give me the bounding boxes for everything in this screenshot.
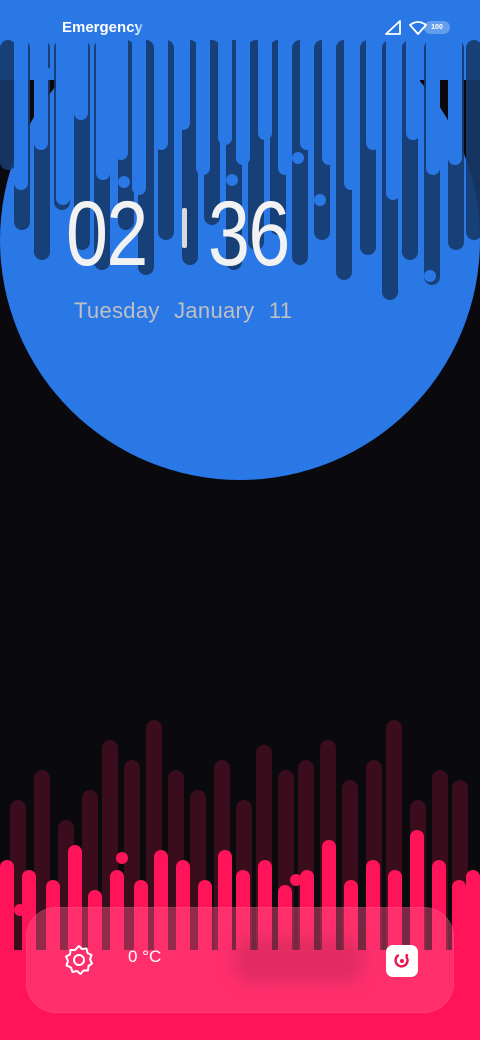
settings-icon[interactable] <box>62 943 96 977</box>
date-month: January <box>174 298 255 323</box>
clock-divider <box>182 208 187 248</box>
wallpaper <box>0 0 480 1040</box>
signal-icon <box>385 20 401 35</box>
temperature-label: 0 °C <box>128 947 162 966</box>
lockscreen-widget: 0 °C <box>26 907 454 1013</box>
camera-shortcut-icon[interactable] <box>386 945 418 977</box>
battery-icon: 100 <box>424 21 450 34</box>
carrier-label: Emergency c <box>62 19 146 36</box>
status-bar: Emergency c 100 <box>0 0 480 56</box>
camera-glyph-icon <box>394 954 409 968</box>
date-day: 11 <box>268 298 293 323</box>
battery-level: 100 <box>431 24 443 31</box>
clock-hour: 02 <box>66 183 148 285</box>
clock-minute: 36 <box>208 183 290 285</box>
date: Tuesday January 11 <box>74 298 300 324</box>
date-weekday: Tuesday <box>74 298 160 323</box>
blurred-widget-content <box>234 937 364 983</box>
